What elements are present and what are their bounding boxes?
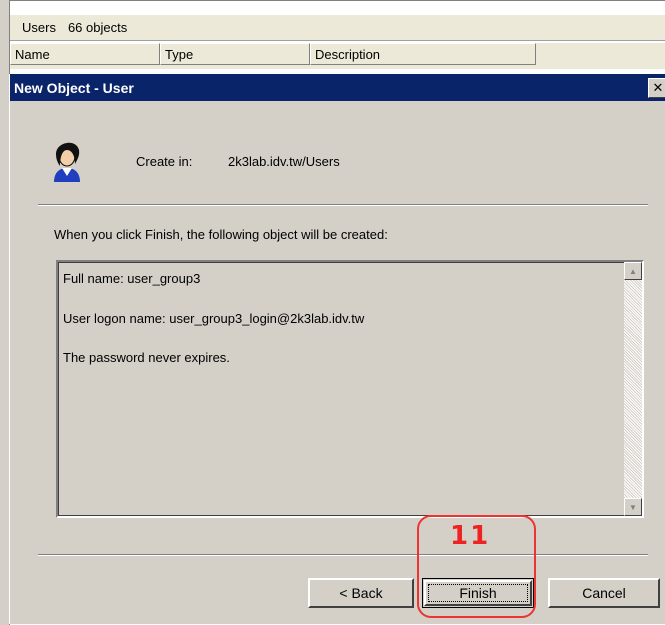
back-button-label: < Back	[339, 585, 383, 601]
cancel-button-label: Cancel	[582, 585, 626, 601]
column-header-description[interactable]: Description	[310, 43, 536, 65]
summary-intro-text: When you click Finish, the following obj…	[54, 227, 388, 242]
scroll-down-icon[interactable]: ▼	[624, 498, 642, 516]
object-count: 66 objects	[67, 20, 128, 35]
summary-scrollbar[interactable]: ▲ ▼	[624, 262, 642, 516]
back-button[interactable]: < Back	[308, 578, 414, 608]
dialog-titlebar[interactable]: New Object - User ✕	[10, 74, 665, 101]
summary-password-policy: The password never expires.	[63, 350, 230, 365]
create-in-label: Create in:	[136, 154, 193, 169]
container-header: Users 66 objects	[10, 15, 665, 41]
top-divider	[38, 204, 648, 206]
close-icon[interactable]: ✕	[648, 78, 665, 98]
column-header-type[interactable]: Type	[160, 43, 310, 65]
summary-text-area: Full name: user_group3 User logon name: …	[58, 262, 624, 516]
scroll-up-icon[interactable]: ▲	[624, 262, 642, 280]
container-title: Users	[22, 20, 56, 35]
dialog-title: New Object - User	[14, 79, 134, 96]
summary-textbox[interactable]: Full name: user_group3 User logon name: …	[56, 260, 644, 518]
summary-full-name: Full name: user_group3	[63, 271, 201, 286]
create-in-path: 2k3lab.idv.tw/Users	[228, 154, 340, 169]
summary-logon-name: User logon name: user_group3_login@2k3la…	[63, 311, 365, 326]
user-icon	[54, 142, 80, 182]
new-object-user-dialog: New Object - User ✕ Create in: 2k3lab.id…	[9, 74, 665, 624]
bottom-divider	[38, 554, 648, 556]
column-header-name[interactable]: Name	[10, 43, 160, 65]
list-column-headers: Name Type Description	[10, 43, 665, 69]
step-number-label: 11	[450, 521, 491, 551]
cancel-button[interactable]: Cancel	[548, 578, 660, 608]
